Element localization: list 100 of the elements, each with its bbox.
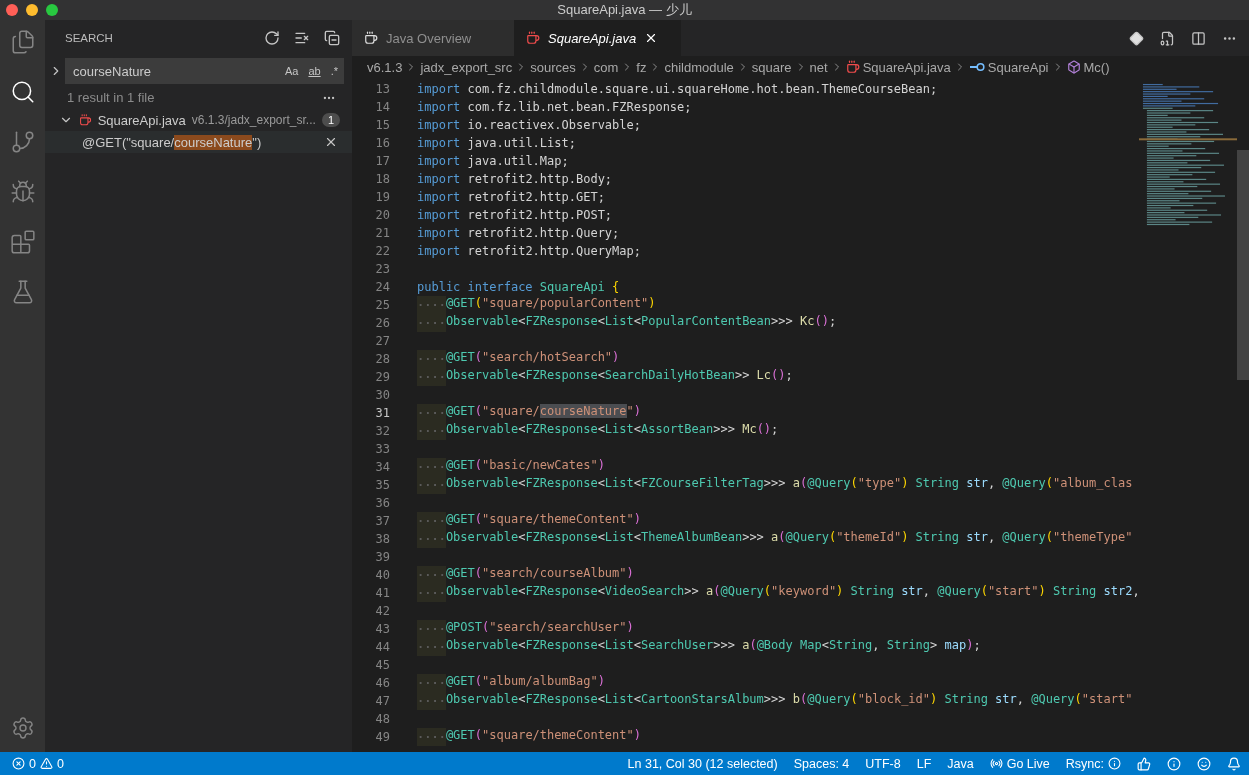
line-number: 20 [374, 208, 390, 222]
breadcrumb[interactable]: square [751, 59, 792, 75]
line-number: 14 [374, 100, 390, 114]
info-icon[interactable] [1167, 756, 1181, 771]
code-line: @GET("search/hotSearch") [417, 350, 620, 368]
close-window-button[interactable] [6, 4, 18, 16]
line-number: 13 [374, 82, 390, 96]
cube-icon [1066, 60, 1081, 74]
breadcrumb[interactable]: SquareApi [987, 59, 1049, 75]
line-number: 43 [374, 622, 390, 636]
line-number: 17 [374, 154, 390, 168]
minimize-window-button[interactable] [26, 4, 38, 16]
result-summary: 1 result in 1 file [67, 90, 156, 105]
search-option-toggle[interactable]: Aa [282, 65, 301, 77]
close-icon[interactable] [324, 135, 338, 149]
line-number: 42 [374, 604, 390, 618]
code-line: import retrofit2.http.QueryMap; [417, 244, 641, 258]
line-number: 25 [374, 298, 390, 312]
breadcrumb[interactable]: sources [530, 59, 576, 75]
status-item[interactable]: LF [916, 756, 932, 771]
count-badge: 1 [321, 113, 340, 127]
rsync-status[interactable]: Rsync: [1065, 756, 1121, 771]
breadcrumb[interactable]: net [809, 59, 828, 75]
search-option-toggle[interactable]: ab [306, 65, 323, 77]
line-number: 41 [374, 586, 390, 600]
line-number: 47 [374, 694, 390, 708]
line-number: 18 [374, 172, 390, 186]
line-number: 19 [374, 190, 390, 204]
line-number: 24 [374, 280, 390, 294]
breadcrumb[interactable]: fz [636, 59, 647, 75]
code-line: @GET("square/popularContent") [417, 296, 656, 314]
zoom-window-button[interactable] [46, 4, 58, 16]
code-line: @GET("album/albumBag") [417, 674, 605, 692]
line-number: 15 [374, 118, 390, 132]
window-title: SquareApi.java — 少儿 [557, 1, 692, 19]
scrollbar-thumb[interactable] [1237, 150, 1249, 380]
breadcrumb[interactable]: com [593, 59, 619, 75]
breadcrumb[interactable]: v6.1.3 [367, 59, 403, 75]
binary-file-icon[interactable] [1160, 30, 1175, 46]
code-line: import java.util.List; [417, 136, 576, 150]
info-icon [1108, 757, 1121, 770]
bell-icon[interactable] [1227, 756, 1241, 771]
breadcrumb[interactable]: jadx_export_src [420, 59, 513, 75]
line-number: 28 [374, 352, 390, 366]
code-line: @GET("search/courseAlbum") [417, 566, 634, 584]
line-number: 36 [374, 496, 390, 510]
go-live-button[interactable]: Go Live [989, 756, 1050, 771]
code-line: import io.reactivex.Observable; [417, 118, 641, 132]
blocks-tab[interactable] [8, 228, 37, 256]
tab-label: Java Overview [386, 30, 472, 46]
line-number: 33 [374, 442, 390, 456]
status-item[interactable]: Java [947, 756, 974, 771]
line-number: 49 [374, 730, 390, 744]
line-number: 26 [374, 316, 390, 330]
status-item[interactable]: UTF-8 [865, 756, 901, 771]
cup-icon [364, 31, 378, 45]
line-number: 38 [374, 532, 390, 546]
code-line: import retrofit2.http.GET; [417, 190, 605, 204]
line-number: 31 [374, 406, 390, 420]
smiley-icon[interactable] [1197, 756, 1211, 771]
code-line: Observable<FZResponse<List<SearchUser>>> a(@Body Map<String, String> map); [417, 638, 981, 656]
line-number: 45 [374, 658, 390, 672]
cup-icon [79, 113, 92, 127]
split-editor-icon[interactable] [1191, 30, 1206, 46]
breadcrumb[interactable]: Mc() [1083, 59, 1110, 75]
search-option-toggle[interactable]: .* [328, 65, 340, 77]
problems-status[interactable]: 0 0 [12, 756, 64, 771]
code-line: public interface SquareApi { [417, 280, 620, 294]
line-number: 16 [374, 136, 390, 150]
error-icon [12, 757, 25, 770]
refresh-button[interactable] [264, 30, 280, 46]
collapse-all-button[interactable] [324, 30, 340, 46]
file-name[interactable]: SquareApi.java [97, 112, 186, 128]
search-field[interactable]: courseNature Aa ab .* [65, 58, 344, 84]
diamond-icon[interactable] [1129, 30, 1144, 46]
clear-results-button[interactable] [294, 30, 310, 46]
line-number: 40 [374, 568, 390, 582]
line-number: 21 [374, 226, 390, 240]
code-line: import com.fz.childmodule.square.ui.squareHome.hot.bean.ThemeCourseBean; [417, 82, 938, 96]
code-line: import com.fz.lib.net.bean.FZResponse; [417, 100, 692, 114]
line-number: 39 [374, 550, 390, 564]
code-line: Observable<FZResponse<List<ThemeAlbumBean>>> a(@Query("themeId") String str, @Query("themeType" [417, 530, 1133, 548]
line-number: 37 [374, 514, 390, 528]
cup-icon [845, 60, 860, 74]
editor-tab[interactable]: Java Overview [352, 20, 514, 56]
code-line: Observable<FZResponse<SearchDailyHotBean>> Lc(); [417, 368, 793, 386]
code-line: Observable<FZResponse<List<CartoonStarsAlbum>>> b(@Query("block_id") String str, @Query("start" [417, 692, 1133, 710]
line-number: 29 [374, 370, 390, 384]
breadcrumb[interactable]: childmodule [664, 59, 734, 75]
line-number: 30 [374, 388, 390, 402]
code-line: import retrofit2.http.Query; [417, 226, 620, 240]
breadcrumb[interactable]: SquareApi.java [862, 59, 951, 75]
line-number: 27 [374, 334, 390, 348]
editor-tab[interactable]: SquareApi.java [514, 20, 681, 56]
status-item[interactable]: Spaces: 4 [793, 756, 850, 771]
line-number: 46 [374, 676, 390, 690]
line-number: 34 [374, 460, 390, 474]
thumbs-up-icon[interactable] [1137, 756, 1151, 771]
status-item[interactable]: Ln 31, Col 30 (12 selected) [627, 756, 778, 771]
code-line: @POST("search/searchUser") [417, 620, 634, 638]
